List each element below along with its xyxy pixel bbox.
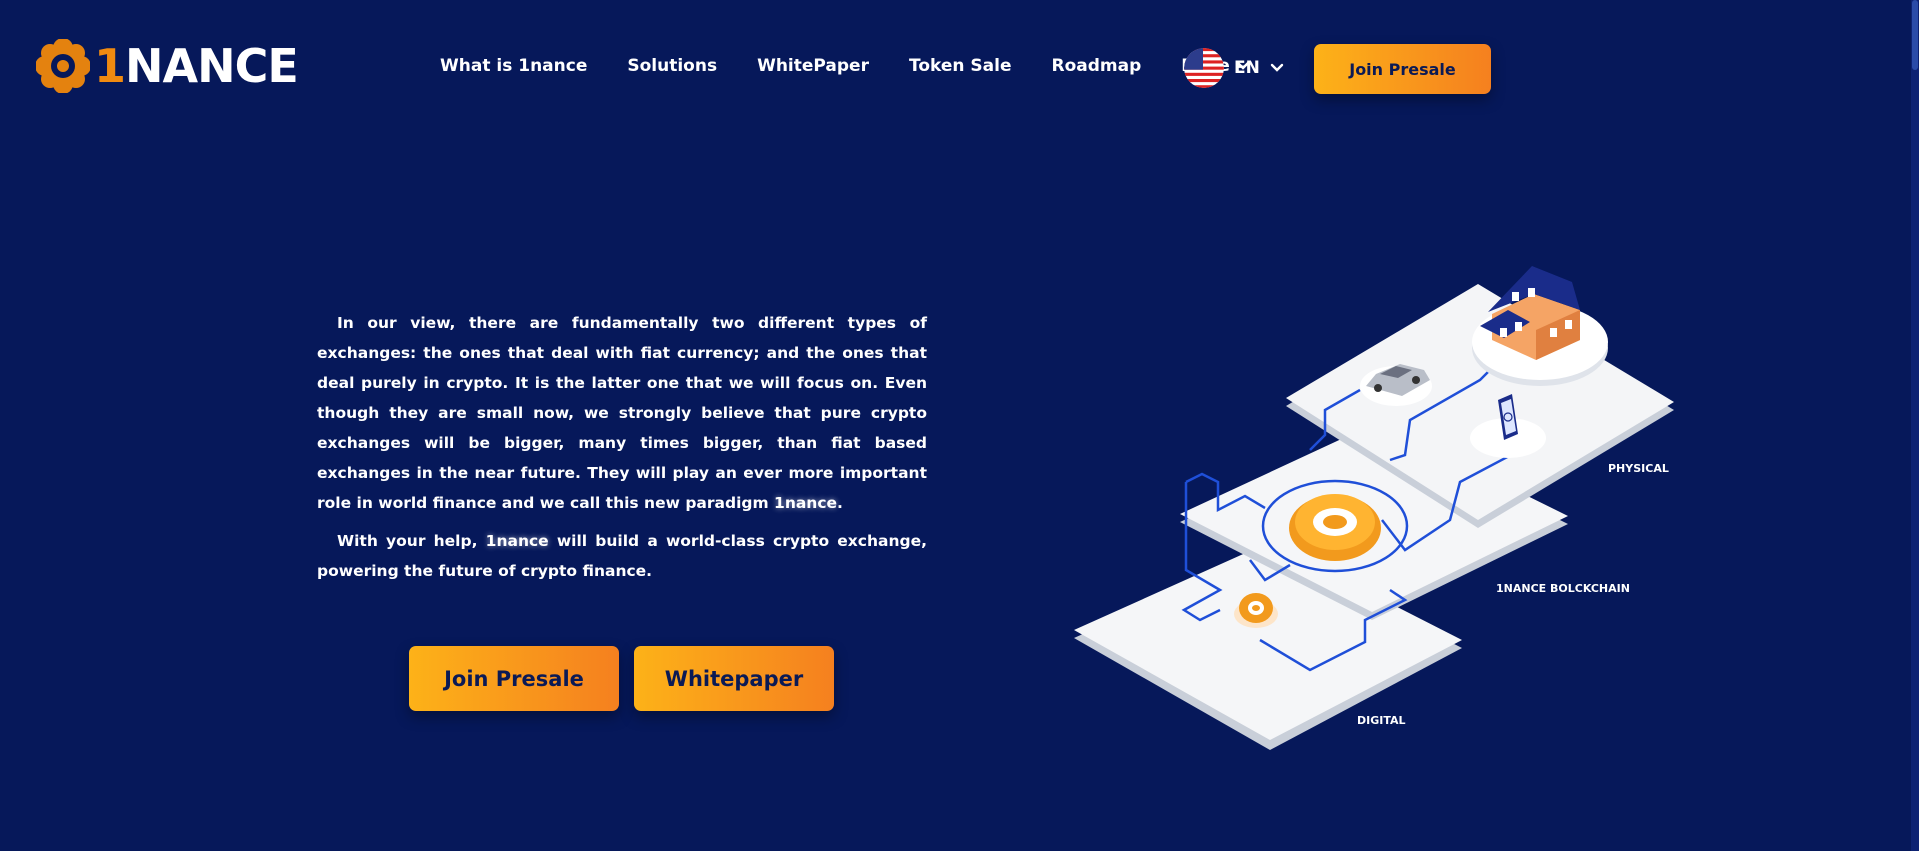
logo-wordmark: 1NANCE (94, 43, 299, 89)
nav-solutions[interactable]: Solutions (627, 56, 717, 76)
nav-token-sale[interactable]: Token Sale (909, 56, 1012, 76)
logo-digit: 1 (94, 39, 126, 93)
logo-word: NANCE (125, 39, 299, 93)
brand-mention: 1nance (774, 494, 838, 512)
hero-text: In our view, there are fundamentally two… (317, 308, 927, 594)
chevron-down-icon (1270, 63, 1284, 72)
whitepaper-button[interactable]: Whitepaper (634, 646, 834, 711)
join-presale-header-button[interactable]: Join Presale (1314, 44, 1491, 94)
isometric-layers-graphic (1074, 266, 1674, 750)
join-presale-button[interactable]: Join Presale (409, 646, 619, 711)
blockchain-layer-label: 1NANCE BOLCKCHAIN (1496, 582, 1630, 595)
digital-layer-label: DIGITAL (1357, 714, 1406, 727)
nav-roadmap[interactable]: Roadmap (1051, 56, 1141, 76)
layers-illustration: PHYSICAL 1NANCE BOLCKCHAIN DIGITAL (1060, 250, 1700, 770)
nav-whitepaper[interactable]: WhitePaper (757, 56, 869, 76)
logo-flower-icon (36, 39, 90, 93)
hero-p1-end: . (837, 494, 843, 512)
house-icon (1472, 266, 1608, 386)
language-code: EN (1234, 58, 1260, 78)
physical-layer-label: PHYSICAL (1608, 462, 1669, 475)
scrollbar-track[interactable] (1911, 0, 1919, 851)
nav-what-is-1nance[interactable]: What is 1nance (440, 56, 587, 76)
hero-p1-text: In our view, there are fundamentally two… (317, 314, 927, 512)
us-flag-icon (1184, 48, 1224, 88)
brand-logo[interactable]: 1NANCE (36, 39, 299, 93)
language-selector[interactable]: EN (1184, 48, 1284, 88)
hero-p2-intro: With your help, (337, 532, 486, 550)
hero-paragraph-1: In our view, there are fundamentally two… (317, 308, 927, 518)
main-nav: What is 1nance Solutions WhitePaper Toke… (440, 56, 1290, 76)
hero-paragraph-2: With your help, 1nance will build a worl… (317, 526, 927, 586)
scrollbar-thumb[interactable] (1912, 0, 1918, 70)
brand-mention: 1nance (485, 532, 549, 550)
